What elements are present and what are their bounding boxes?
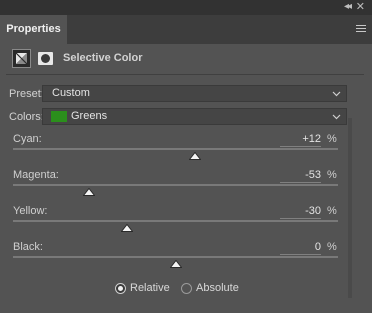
- color-swatch: [51, 111, 67, 122]
- preset-dropdown[interactable]: Custom: [42, 85, 347, 102]
- yellow-label: Yellow:: [13, 205, 48, 217]
- chevron-down-icon: [332, 114, 341, 120]
- panel-scrollbar[interactable]: [348, 118, 352, 298]
- black-unit: %: [327, 241, 337, 253]
- cyan-value-field[interactable]: +12: [280, 133, 321, 147]
- layer-mask-icon[interactable]: [36, 49, 55, 68]
- black-slider-track[interactable]: [13, 256, 338, 258]
- properties-header: Selective Color: [6, 48, 364, 71]
- tab-properties[interactable]: Properties: [0, 15, 67, 44]
- black-value-field[interactable]: 0: [280, 241, 321, 255]
- preset-value: Custom: [52, 87, 90, 99]
- magenta-value-field[interactable]: -53: [280, 169, 321, 183]
- cyan-label: Cyan:: [13, 133, 42, 145]
- magenta-label: Magenta:: [13, 169, 59, 181]
- relative-radio[interactable]: [115, 283, 126, 294]
- panel-top-bar: ◂◂ ✕: [0, 0, 372, 15]
- yellow-slider-thumb[interactable]: [120, 224, 133, 232]
- header-divider: [6, 74, 364, 75]
- preset-label: Preset:: [9, 88, 44, 100]
- selective-color-adjustment-icon[interactable]: [12, 49, 31, 68]
- cyan-slider-track[interactable]: [13, 148, 338, 150]
- chevron-down-icon: [332, 91, 341, 97]
- yellow-value-field[interactable]: -30: [280, 205, 321, 219]
- cyan-slider-thumb[interactable]: [189, 152, 201, 160]
- collapse-arrows-icon[interactable]: ◂◂: [344, 1, 352, 12]
- panel-tab-row: Properties: [0, 15, 372, 44]
- absolute-radio[interactable]: [181, 283, 192, 294]
- black-slider-thumb[interactable]: [169, 260, 182, 268]
- colors-label: Colors:: [9, 111, 44, 123]
- yellow-slider-track[interactable]: [13, 220, 338, 222]
- yellow-unit: %: [327, 205, 337, 217]
- panel-title: Selective Color: [63, 52, 143, 64]
- absolute-label[interactable]: Absolute: [196, 282, 239, 294]
- magenta-unit: %: [327, 169, 337, 181]
- black-label: Black:: [13, 241, 43, 253]
- panel-menu-icon[interactable]: [356, 25, 366, 33]
- colors-dropdown[interactable]: Greens: [42, 108, 347, 125]
- magenta-slider-thumb[interactable]: [83, 188, 96, 196]
- relative-label[interactable]: Relative: [130, 282, 170, 294]
- cyan-unit: %: [327, 133, 337, 145]
- colors-value: Greens: [71, 110, 108, 122]
- close-icon[interactable]: ✕: [356, 0, 365, 13]
- magenta-slider-track[interactable]: [13, 184, 338, 186]
